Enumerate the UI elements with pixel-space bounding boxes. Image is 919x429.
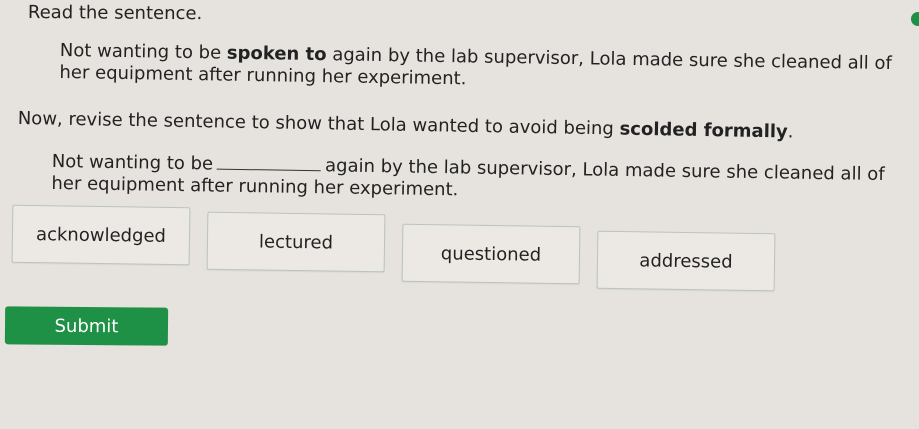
- prompt-text: Read the sentence.: [27, 2, 203, 25]
- choice-addressed[interactable]: addressed: [596, 230, 776, 292]
- submit-button[interactable]: Submit: [4, 306, 169, 346]
- choice-acknowledged[interactable]: acknowledged: [11, 204, 191, 266]
- sentence-bold-phrase: spoken to: [226, 42, 327, 66]
- choice-questioned[interactable]: questioned: [401, 223, 581, 285]
- original-sentence: Not wanting to be spoken to again by the…: [59, 40, 910, 97]
- status-dot-icon: [911, 12, 919, 26]
- instruction-part-2: .: [787, 121, 794, 143]
- revised-part-1: Not wanting to be: [51, 150, 214, 175]
- instruction-text: Now, revise the sentence to show that Lo…: [18, 108, 794, 144]
- revised-sentence: Not wanting to be again by the lab superv…: [51, 148, 912, 209]
- answer-blank[interactable]: [217, 150, 322, 172]
- sentence-part-1: Not wanting to be: [59, 40, 228, 64]
- instruction-part-1: Now, revise the sentence to show that Lo…: [17, 108, 620, 140]
- choice-lectured[interactable]: lectured: [206, 211, 386, 273]
- instruction-bold-phrase: scolded formally: [619, 118, 788, 143]
